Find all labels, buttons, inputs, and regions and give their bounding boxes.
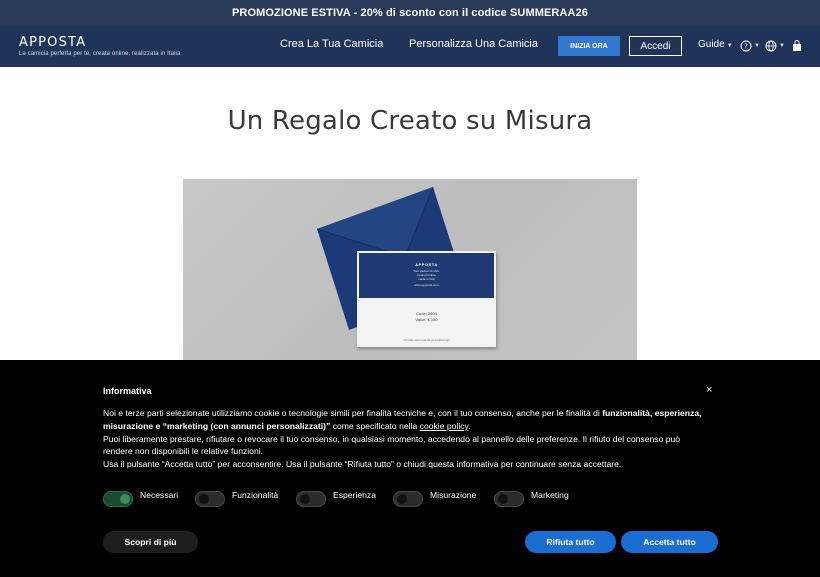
cookie-text-part: Noi e terze parti selezionate utilizziam…: [103, 408, 603, 418]
close-button[interactable]: ×: [706, 384, 712, 396]
promo-text: PROMOZIONE ESTIVA - 20% di sconto con il…: [231, 7, 589, 19]
toggle-label: Funzionalità: [232, 489, 279, 500]
gift-card-value-line: Value: € 150: [415, 317, 438, 322]
reject-all-button[interactable]: Rifiuta tutto: [525, 531, 616, 553]
cookie-title: Informativa: [103, 386, 152, 396]
cookie-paragraph-1: Noi e terze parti selezionate utilizziam…: [103, 407, 703, 433]
toggle-label: Misurazione: [430, 489, 477, 500]
toggle-label: Esperienza: [333, 489, 376, 500]
svg-text:?: ?: [744, 43, 748, 51]
gift-card: APPOSTA Your perfect fit shirt, created …: [357, 251, 496, 347]
toggle-necessary[interactable]: Necessari: [103, 489, 179, 507]
toggle-measurement[interactable]: Misurazione: [393, 489, 477, 507]
gift-card-footer: Print this card to use the personalised …: [403, 339, 450, 342]
gift-card-header: APPOSTA Your perfect fit shirt, created …: [359, 253, 494, 298]
nav-link-customize-shirt[interactable]: Personalizza Una Camicia: [409, 38, 538, 50]
cookie-paragraph-2: Puoi liberamente prestare, rifiutare o r…: [103, 433, 681, 457]
learn-more-button[interactable]: Scopri di più: [103, 531, 198, 553]
cookie-text-part: .: [468, 420, 471, 431]
help-icon: ?: [740, 40, 752, 52]
cookie-policy-link[interactable]: cookie policy: [420, 421, 469, 431]
chevron-down-icon: ▼: [779, 43, 785, 49]
toggle-switch[interactable]: [195, 491, 225, 507]
toggle-marketing[interactable]: Marketing: [494, 489, 569, 507]
toggle-switch[interactable]: [393, 491, 423, 507]
cookie-banner: Informativa × Noi e terze parti selezion…: [0, 360, 820, 577]
login-button[interactable]: Accedi: [629, 36, 682, 56]
toggle-switch[interactable]: [296, 491, 326, 507]
gift-card-text: Your perfect fit shirt, created online, …: [359, 269, 494, 281]
toggle-label: Marketing: [531, 489, 569, 500]
guide-menu[interactable]: Guide ▼: [698, 39, 733, 50]
page-title: Un Regalo Creato su Misura: [227, 106, 593, 136]
chevron-down-icon: ▼: [754, 43, 760, 49]
shopping-bag-icon: [793, 40, 801, 51]
gift-card-code: Code: 2904 Value: € 150: [357, 311, 496, 323]
toggle-label: Necessari: [140, 489, 179, 500]
toggle-experience[interactable]: Esperienza: [296, 489, 376, 507]
brand-tagline: La camicia perfetta per te, creata onlin…: [19, 51, 181, 57]
accept-all-button[interactable]: Accetta tutto: [621, 531, 718, 553]
nav-link-create-shirt[interactable]: Crea La Tua Camicia: [280, 38, 383, 50]
brand-name: APPOSTA: [19, 35, 87, 50]
cookie-paragraph-3: Usa il pulsante “Accetta tutto” per acco…: [103, 459, 622, 470]
chevron-down-icon: ▼: [726, 43, 733, 49]
toggle-switch[interactable]: [103, 491, 133, 507]
gift-card-image: APPOSTA Your perfect fit shirt, created …: [183, 179, 637, 360]
cart-button[interactable]: [792, 39, 802, 53]
language-menu[interactable]: ▼: [765, 39, 785, 53]
promo-banner: PROMOZIONE ESTIVA - 20% di sconto con il…: [0, 0, 820, 26]
gift-card-brand: APPOSTA: [415, 262, 438, 267]
guide-label: Guide: [698, 39, 725, 50]
brand-logo[interactable]: APPOSTA La camicia perfetta per te, crea…: [19, 35, 180, 57]
top-navbar: APPOSTA La camicia perfetta per te, crea…: [0, 26, 820, 67]
toggle-switch[interactable]: [494, 491, 524, 507]
close-icon: ×: [706, 384, 713, 396]
help-menu[interactable]: ? ▼: [740, 39, 760, 53]
toggle-functionality[interactable]: Funzionalità: [195, 489, 279, 507]
globe-icon: [765, 40, 777, 52]
start-now-button[interactable]: INIZIA ORA: [558, 36, 620, 56]
gift-card-url: www.apposta.com: [414, 283, 439, 287]
cookie-text-part: come specificato nella: [330, 420, 420, 431]
gift-card-line: made in Italy: [417, 277, 435, 281]
cookie-text: Noi e terze parti selezionate utilizziam…: [103, 407, 703, 471]
